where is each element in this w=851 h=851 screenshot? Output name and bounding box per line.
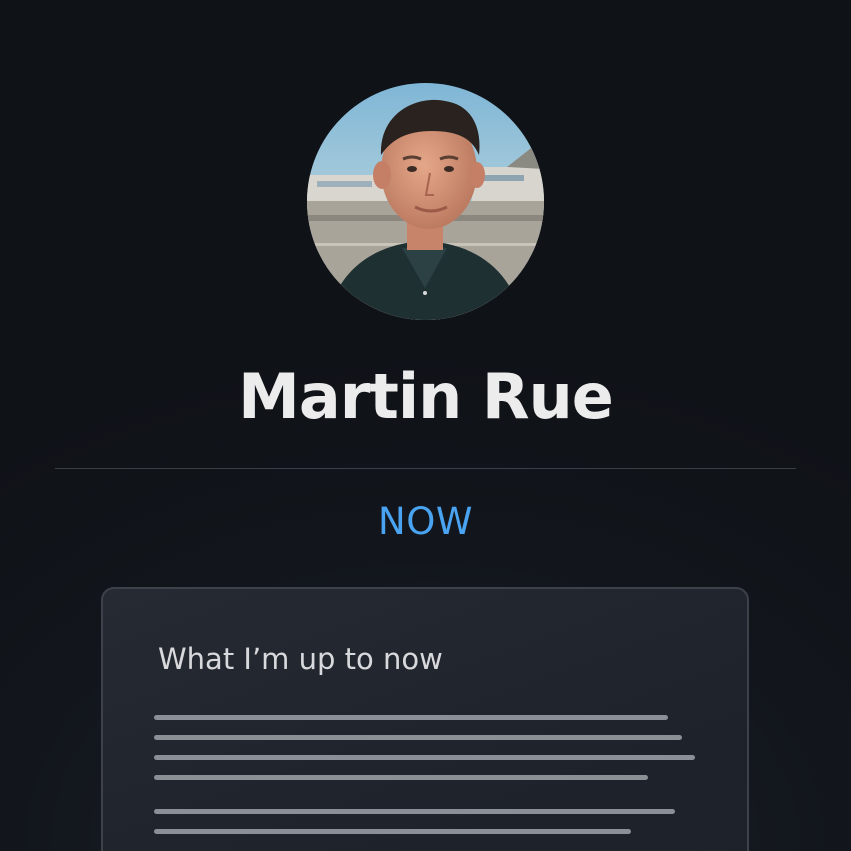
section-tag-now[interactable]: NOW <box>0 498 851 546</box>
text-placeholder-line <box>154 715 668 720</box>
avatar <box>307 83 544 320</box>
now-card: What I’m up to now <box>101 587 749 851</box>
text-placeholder-line <box>154 755 695 760</box>
text-placeholder-line <box>154 809 675 814</box>
text-placeholder-line <box>154 829 631 834</box>
profile-name: Martin Rue <box>238 360 614 433</box>
divider <box>55 468 796 469</box>
text-placeholder-line <box>154 775 648 780</box>
card-title: What I’m up to now <box>158 642 443 676</box>
text-placeholder-line <box>154 735 682 740</box>
profile-page: Martin Rue NOW What I’m up to now <box>0 0 851 851</box>
